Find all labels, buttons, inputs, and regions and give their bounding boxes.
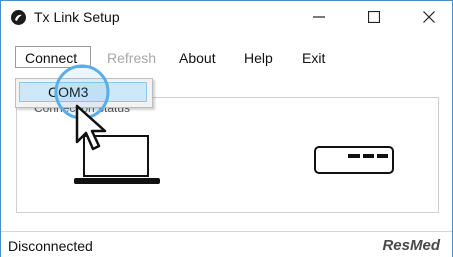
mouse-cursor-icon bbox=[75, 104, 107, 151]
maximize-icon bbox=[368, 11, 380, 23]
connection-status-text: Disconnected bbox=[8, 238, 93, 254]
menu-help[interactable]: Help bbox=[244, 50, 273, 66]
window-title: Tx Link Setup bbox=[34, 9, 120, 25]
minimize-button[interactable] bbox=[297, 3, 341, 31]
status-bar: Disconnected ResMed bbox=[1, 231, 452, 257]
maximize-button[interactable] bbox=[352, 3, 396, 31]
minimize-icon bbox=[313, 16, 325, 18]
menu-about[interactable]: About bbox=[179, 50, 216, 66]
menu-refresh[interactable]: Refresh bbox=[107, 50, 156, 66]
brand-logo: ResMed bbox=[382, 237, 440, 254]
menu-exit[interactable]: Exit bbox=[302, 50, 325, 66]
device-icon bbox=[314, 146, 394, 174]
close-button[interactable] bbox=[407, 3, 451, 31]
close-icon bbox=[423, 11, 435, 23]
app-logo-icon bbox=[11, 10, 26, 25]
app-window: Tx Link Setup Connect Refresh About Help… bbox=[0, 0, 453, 257]
title-bar[interactable]: Tx Link Setup bbox=[1, 1, 452, 33]
